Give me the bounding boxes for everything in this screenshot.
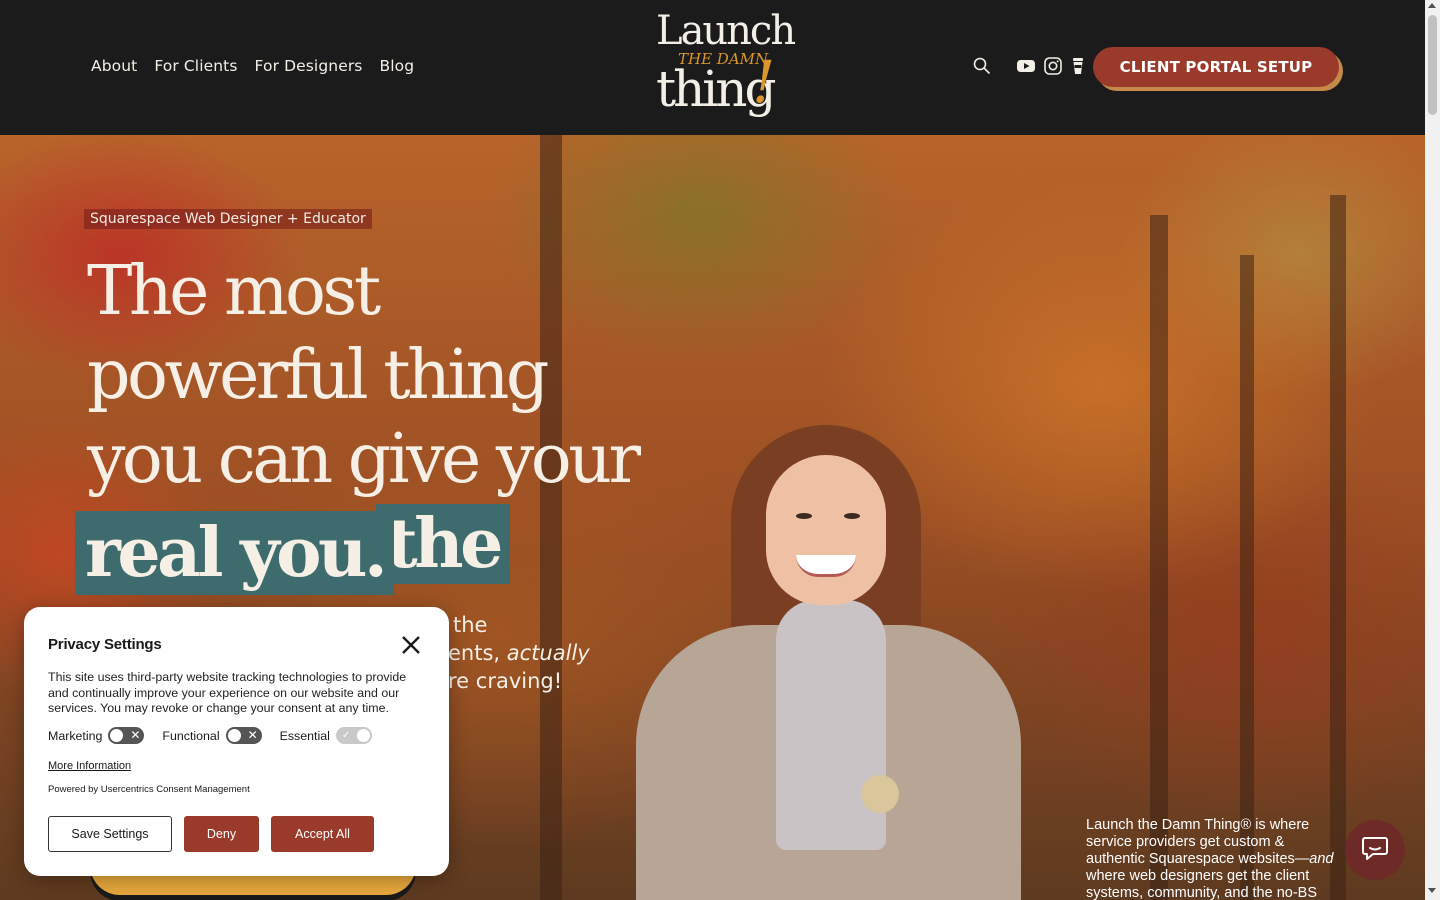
about-blurb: Launch the Damn Thing® is where service … <box>1086 817 1346 900</box>
chat-bubble-icon <box>1361 835 1389 866</box>
toggle-knob <box>110 729 124 742</box>
functional-toggle[interactable]: ✕ <box>225 727 262 744</box>
site-logo[interactable]: Launch THE DAMN thing ! <box>650 8 796 126</box>
headline-highlight-the: the <box>376 504 510 584</box>
header-icons <box>973 57 1091 77</box>
toggle-off-icon: ✕ <box>247 728 258 742</box>
toggle-label-essential: Essential <box>279 728 330 743</box>
logo-exclamation: ! <box>752 48 776 116</box>
portrait-pendant <box>861 775 899 813</box>
headline-highlight-real-you: real you. <box>75 511 395 595</box>
scroll-thumb[interactable] <box>1428 15 1437 115</box>
powered-by-text: Powered by Usercentrics Consent Manageme… <box>48 784 250 795</box>
about-text-2: where web designers get the client syste… <box>1086 868 1318 900</box>
toggle-label-marketing: Marketing <box>48 728 103 743</box>
marketing-toggle[interactable]: ✕ <box>108 727 145 744</box>
about-italic: and <box>1309 851 1334 867</box>
subtext-fragment: ents, <box>448 641 501 665</box>
page-scrollbar[interactable] <box>1425 0 1440 900</box>
instagram-icon[interactable] <box>1044 57 1064 77</box>
toggle-label-functional: Functional <box>162 728 220 743</box>
scroll-up-arrow-icon[interactable] <box>1428 3 1436 8</box>
scroll-down-arrow-icon[interactable] <box>1428 888 1436 893</box>
about-text: Launch the Damn Thing® is where service … <box>1086 817 1310 867</box>
coffee-cup-icon[interactable] <box>1071 57 1091 77</box>
nav-about[interactable]: About <box>91 57 137 75</box>
nav-blog[interactable]: Blog <box>379 57 414 75</box>
client-portal-setup-button[interactable]: CLIENT PORTAL SETUP <box>1093 47 1339 87</box>
portrait-scarf <box>776 600 886 850</box>
portrait-eye <box>796 513 812 519</box>
essential-toggle: ✓ <box>335 727 372 744</box>
toggle-off-icon: ✕ <box>130 728 141 742</box>
background-trunk <box>1240 255 1254 900</box>
hero-portrait <box>636 425 1021 900</box>
deny-button[interactable]: Deny <box>184 816 259 852</box>
privacy-settings-dialog: Privacy Settings This site uses third-pa… <box>24 607 449 876</box>
accept-all-button[interactable]: Accept All <box>271 816 374 852</box>
nav-for-designers[interactable]: For Designers <box>255 57 363 75</box>
consent-toggles: Marketing ✕ Functional ✕ Essential ✓ <box>48 727 390 744</box>
toggle-knob <box>356 729 370 742</box>
chat-widget-button[interactable] <box>1345 820 1405 880</box>
main-nav: About For Clients For Designers Blog <box>91 57 414 75</box>
nav-for-clients[interactable]: For Clients <box>154 57 237 75</box>
background-trunk <box>1330 195 1346 900</box>
toggle-knob <box>227 729 241 742</box>
subtext-italic: actually <box>506 641 590 665</box>
portrait-eye <box>844 513 860 519</box>
save-settings-button[interactable]: Save Settings <box>48 816 172 852</box>
close-icon[interactable] <box>401 635 421 655</box>
toggle-check-icon: ✓ <box>341 730 351 741</box>
hero-eyebrow: Squarespace Web Designer + Educator <box>84 209 372 229</box>
youtube-icon[interactable] <box>1017 57 1037 77</box>
search-icon[interactable] <box>973 57 993 77</box>
portrait-face <box>766 455 886 605</box>
site-header: About For Clients For Designers Blog Lau… <box>0 0 1425 135</box>
privacy-title: Privacy Settings <box>48 636 162 653</box>
privacy-description: This site uses third-party website track… <box>48 670 407 715</box>
background-trunk <box>1150 215 1168 900</box>
more-information-link[interactable]: More Information <box>48 760 131 772</box>
